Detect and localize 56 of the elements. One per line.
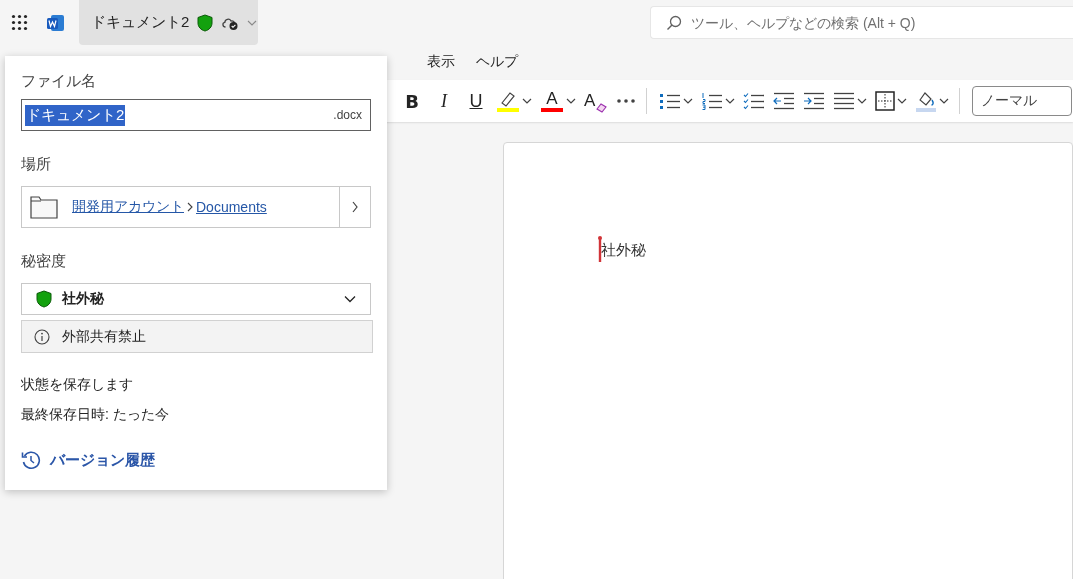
field-label: ファイル名 xyxy=(21,72,97,91)
increase-indent-icon[interactable] xyxy=(803,92,825,110)
last-saved-text: 最終保存日時: たった今 xyxy=(21,406,170,424)
info-text: 外部共有禁止 xyxy=(62,327,146,346)
decrease-indent-icon[interactable] xyxy=(773,92,795,110)
checklist-icon[interactable] xyxy=(743,92,765,110)
folder-link[interactable]: Documents xyxy=(196,199,267,215)
document-title-button[interactable]: ドキュメント2 xyxy=(79,0,258,45)
chevron-down-icon[interactable] xyxy=(939,97,949,105)
style-dropdown[interactable]: ノーマル xyxy=(972,86,1072,116)
account-link[interactable]: 開発用アカウント xyxy=(72,198,184,216)
folder-icon xyxy=(30,195,58,219)
info-icon xyxy=(34,328,50,345)
file-name-field[interactable]: ドキュメント2 .docx xyxy=(21,99,371,131)
underline-button[interactable]: U xyxy=(464,90,488,112)
field-label: 場所 xyxy=(21,155,52,174)
search-field[interactable]: ツール、ヘルプなどの検索 (Alt + Q) xyxy=(650,6,1073,39)
search-icon xyxy=(666,15,682,31)
menu-tab[interactable]: 表示 xyxy=(427,52,455,71)
app-launcher-icon[interactable] xyxy=(11,14,28,31)
location-picker[interactable]: 開発用アカウント Documents xyxy=(21,186,371,228)
align-left-icon[interactable] xyxy=(833,92,855,110)
version-history-link[interactable]: バージョン履歴 xyxy=(21,450,155,470)
numbered-list-icon[interactable] xyxy=(701,92,723,110)
clear-formatting-button[interactable]: A xyxy=(584,91,596,110)
shield-icon xyxy=(36,290,52,308)
bullet-list-icon[interactable] xyxy=(659,92,681,110)
history-icon xyxy=(21,450,41,470)
chevron-down-icon xyxy=(344,295,356,303)
borders-icon[interactable] xyxy=(875,91,895,111)
font-color-button[interactable]: A xyxy=(546,90,558,108)
chevron-down-icon[interactable] xyxy=(683,97,693,105)
chevron-down-icon[interactable] xyxy=(897,97,907,105)
save-status-text: 状態を保存します xyxy=(21,376,134,394)
chevron-down-icon[interactable] xyxy=(522,97,532,105)
chevron-down-icon[interactable] xyxy=(566,97,576,105)
sensitivity-dropdown[interactable]: 社外秘 xyxy=(21,283,371,315)
bold-button[interactable]: B xyxy=(400,90,424,112)
word-logo-icon[interactable] xyxy=(47,13,65,32)
eraser-icon xyxy=(596,103,608,113)
italic-button[interactable]: I xyxy=(432,90,456,112)
chevron-down-icon xyxy=(247,18,258,27)
paint-bucket-icon[interactable] xyxy=(915,90,937,112)
file-name-text: ドキュメント2 xyxy=(25,104,126,126)
file-extension: .docx xyxy=(333,108,362,122)
chevron-right-icon[interactable] xyxy=(351,201,359,213)
highlighter-icon[interactable] xyxy=(496,90,520,112)
text-cursor-icon xyxy=(598,236,602,262)
chevron-down-icon[interactable] xyxy=(725,97,735,105)
shield-icon xyxy=(197,13,214,32)
field-label: 秘密度 xyxy=(21,252,67,271)
more-icon[interactable] xyxy=(616,98,636,104)
menu-tab[interactable]: ヘルプ xyxy=(476,52,518,71)
chevron-down-icon[interactable] xyxy=(857,97,867,105)
document-text: 社外秘 xyxy=(601,242,646,258)
chevron-right-icon xyxy=(186,202,194,212)
